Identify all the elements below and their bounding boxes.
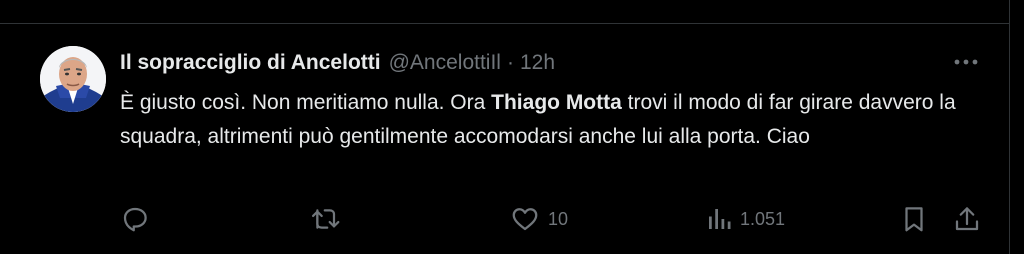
- like-count: 10: [548, 208, 569, 229]
- bookmark-icon: [905, 207, 923, 232]
- share-button[interactable]: [952, 202, 982, 236]
- heart-icon: [512, 208, 538, 231]
- tweet-text-bold: Thiago Motta: [491, 91, 622, 114]
- user-handle[interactable]: @AncelottiIl: [389, 51, 501, 75]
- display-name[interactable]: Il sopracciglio di Ancelotti: [120, 51, 381, 75]
- more-icon: [954, 59, 978, 65]
- more-options-button[interactable]: [950, 52, 982, 72]
- timestamp[interactable]: 12h: [520, 51, 555, 75]
- avatar-image: [40, 46, 106, 112]
- tweet[interactable]: Il sopracciglio di Ancelotti @AncelottiI…: [0, 24, 1010, 254]
- tweet-header: Il sopracciglio di Ancelotti @AncelottiI…: [120, 50, 555, 76]
- retweet-button[interactable]: [310, 202, 342, 236]
- avatar[interactable]: [40, 46, 106, 112]
- previous-tweet-edge: [0, 0, 1010, 24]
- views-icon: [709, 209, 731, 229]
- views-button[interactable]: 1.051: [706, 202, 785, 236]
- tweet-text-part1: È giusto così. Non meritiamo nulla. Ora: [120, 91, 492, 114]
- action-bar: 10 1.051: [0, 202, 1010, 236]
- reply-icon: [123, 207, 147, 232]
- share-icon: [955, 207, 979, 231]
- separator-dot: ·: [506, 51, 514, 74]
- bookmark-button[interactable]: [900, 202, 928, 236]
- like-button[interactable]: 10: [510, 202, 568, 236]
- retweet-icon: [311, 209, 340, 229]
- reply-button[interactable]: [120, 202, 150, 236]
- views-count: 1.051: [740, 208, 786, 229]
- tweet-text: È giusto così. Non meritiamo nulla. Ora …: [120, 86, 980, 154]
